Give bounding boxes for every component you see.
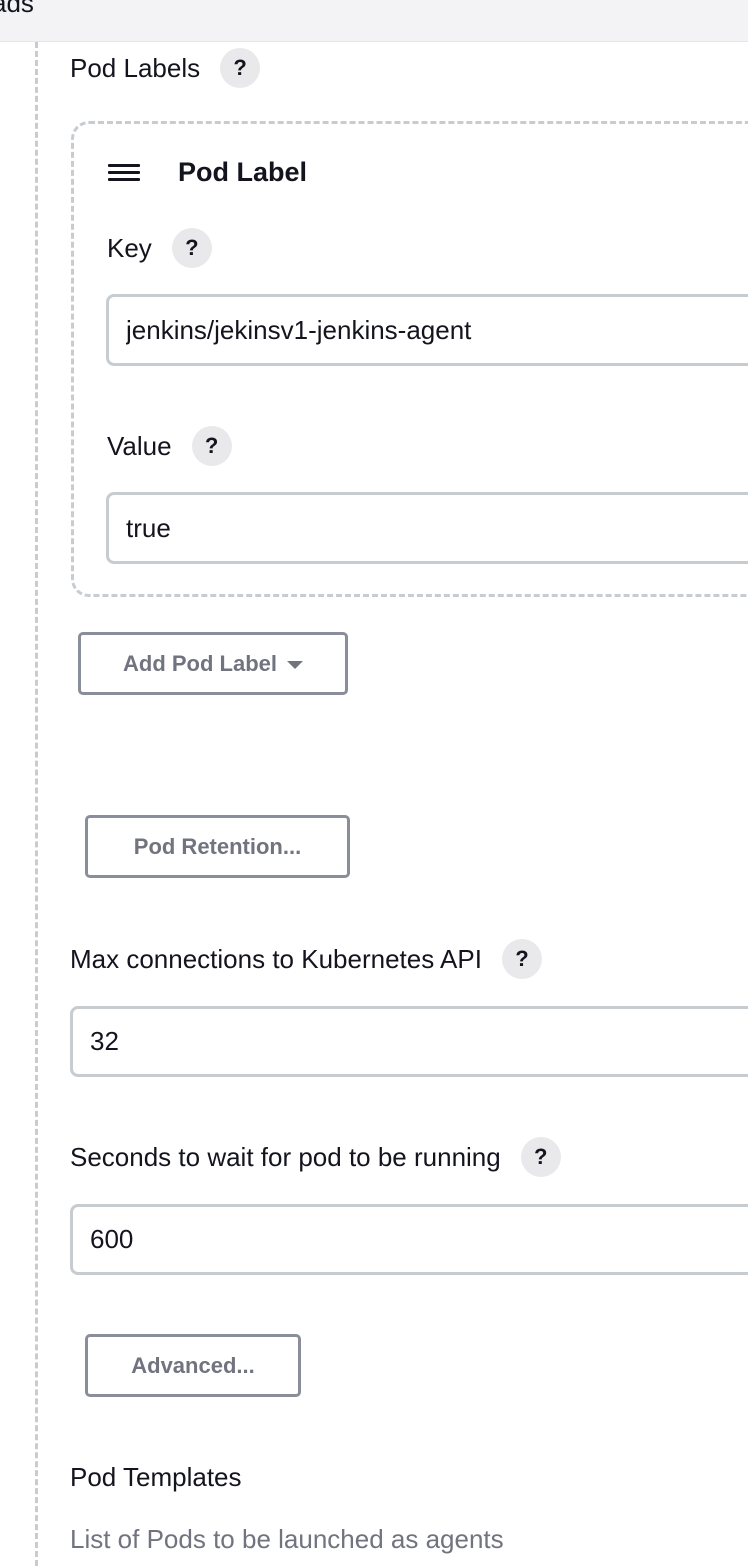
- max-connections-help-icon[interactable]: ?: [501, 939, 542, 979]
- pod-labels-label: Pod Labels: [70, 52, 201, 83]
- pod-labels-help-icon[interactable]: ?: [220, 48, 261, 88]
- pod-retention-label: Pod Retention...: [133, 833, 302, 859]
- pod-labels-row: Pod Labels ?: [70, 48, 261, 88]
- hamburger-drag-icon[interactable]: [108, 164, 140, 182]
- value-row: Value ?: [107, 426, 232, 466]
- page: ads Pod Labels ? Pod Label Key ? Value ?…: [0, 0, 748, 1566]
- max-connections-row: Max connections to Kubernetes API ?: [70, 939, 542, 979]
- value-input[interactable]: [106, 492, 748, 564]
- key-row: Key ?: [107, 228, 212, 268]
- pod-templates-title: Pod Templates: [70, 1462, 242, 1492]
- breadcrumb-bar: ads: [0, 0, 748, 42]
- value-help-icon[interactable]: ?: [191, 426, 232, 466]
- breadcrumb-text: ads: [0, 0, 34, 18]
- seconds-wait-row: Seconds to wait for pod to be running ?: [70, 1137, 561, 1177]
- max-connections-label: Max connections to Kubernetes API: [70, 943, 482, 974]
- caret-down-icon: [287, 660, 303, 669]
- value-label: Value: [107, 430, 172, 461]
- pod-templates-description: List of Pods to be launched as agents: [70, 1524, 504, 1554]
- max-connections-input[interactable]: [70, 1006, 748, 1077]
- advanced-label: Advanced...: [131, 1352, 255, 1378]
- key-input[interactable]: [106, 294, 748, 366]
- key-label: Key: [107, 232, 152, 263]
- seconds-wait-label: Seconds to wait for pod to be running: [70, 1141, 501, 1172]
- pod-retention-button[interactable]: Pod Retention...: [85, 815, 350, 878]
- seconds-wait-input[interactable]: [70, 1204, 748, 1275]
- pod-label-title: Pod Label: [178, 157, 308, 187]
- advanced-button[interactable]: Advanced...: [85, 1334, 301, 1397]
- add-pod-label-button[interactable]: Add Pod Label: [78, 632, 348, 695]
- key-help-icon[interactable]: ?: [171, 228, 212, 268]
- add-pod-label-label: Add Pod Label: [123, 650, 277, 676]
- seconds-wait-help-icon[interactable]: ?: [520, 1137, 561, 1177]
- section-guide-line: [35, 42, 38, 1566]
